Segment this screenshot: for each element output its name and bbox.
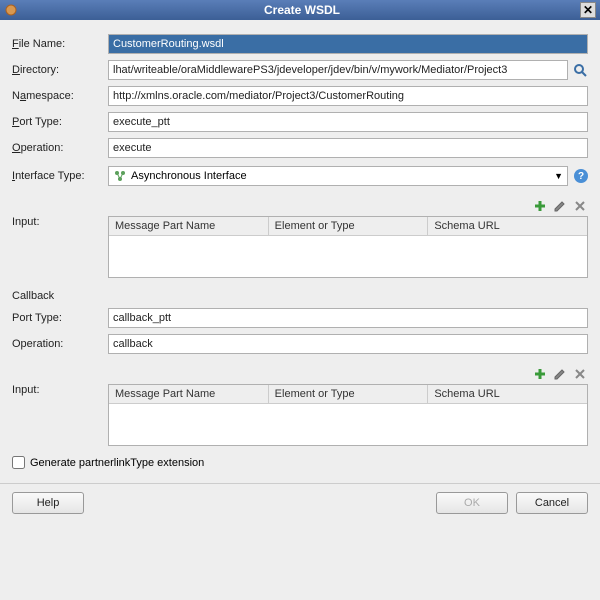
button-bar: Help OK Cancel <box>0 483 600 522</box>
chevron-down-icon: ▼ <box>554 171 563 181</box>
callback-operation-input[interactable] <box>108 334 588 354</box>
edit-icon[interactable] <box>552 366 568 382</box>
col-element-type: Element or Type <box>269 217 429 235</box>
col-schema-url: Schema URL <box>428 385 587 403</box>
partnerlink-checkbox-row: Generate partnerlinkType extension <box>12 456 588 469</box>
callback-operation-label: Operation: <box>12 338 108 350</box>
partnerlink-checkbox[interactable] <box>12 456 25 469</box>
close-icon[interactable]: ✕ <box>580 2 596 18</box>
namespace-input[interactable] <box>108 86 588 106</box>
add-icon[interactable] <box>532 366 548 382</box>
file-name-input[interactable] <box>108 34 588 54</box>
callback-port-type-label: Port Type: <box>12 312 108 324</box>
port-type-input[interactable] <box>108 112 588 132</box>
col-schema-url: Schema URL <box>428 217 587 235</box>
edit-icon[interactable] <box>552 198 568 214</box>
table-header: Message Part Name Element or Type Schema… <box>109 217 587 236</box>
input-label: Input: <box>12 216 108 228</box>
callback-input-toolbar <box>12 364 588 384</box>
directory-label: Directory: <box>12 64 108 76</box>
interface-type-dropdown[interactable]: Asynchronous Interface ▼ <box>108 166 568 186</box>
dialog-content: File Name: Directory: Namespace: Port Ty… <box>0 20 600 477</box>
callback-section-label: Callback <box>12 290 588 302</box>
interface-type-label: Interface Type: <box>12 170 108 182</box>
callback-port-type-input[interactable] <box>108 308 588 328</box>
col-message-part: Message Part Name <box>109 217 269 235</box>
directory-input[interactable] <box>108 60 568 80</box>
interface-type-icon <box>113 169 127 183</box>
interface-type-value: Asynchronous Interface <box>131 170 247 182</box>
col-element-type: Element or Type <box>269 385 429 403</box>
browse-directory-icon[interactable] <box>572 62 588 78</box>
table-body[interactable] <box>109 404 587 444</box>
help-icon[interactable]: ? <box>574 169 588 183</box>
dialog-titlebar: Create WSDL ✕ <box>0 0 600 20</box>
app-icon <box>4 3 18 17</box>
table-header: Message Part Name Element or Type Schema… <box>109 385 587 404</box>
col-message-part: Message Part Name <box>109 385 269 403</box>
cancel-button[interactable]: Cancel <box>516 492 588 514</box>
ok-button[interactable]: OK <box>436 492 508 514</box>
operation-input[interactable] <box>108 138 588 158</box>
delete-icon[interactable] <box>572 198 588 214</box>
operation-label: Operation: <box>12 142 108 154</box>
delete-icon[interactable] <box>572 366 588 382</box>
callback-input-label: Input: <box>12 384 108 396</box>
input-toolbar <box>12 196 588 216</box>
callback-input-table[interactable]: Message Part Name Element or Type Schema… <box>108 384 588 446</box>
add-icon[interactable] <box>532 198 548 214</box>
partnerlink-checkbox-label: Generate partnerlinkType extension <box>30 457 204 469</box>
help-button[interactable]: Help <box>12 492 84 514</box>
namespace-label: Namespace: <box>12 90 108 102</box>
dialog-title: Create WSDL <box>24 3 580 17</box>
input-table[interactable]: Message Part Name Element or Type Schema… <box>108 216 588 278</box>
table-body[interactable] <box>109 236 587 276</box>
port-type-label: Port Type: <box>12 116 108 128</box>
file-name-label: File Name: <box>12 38 108 50</box>
